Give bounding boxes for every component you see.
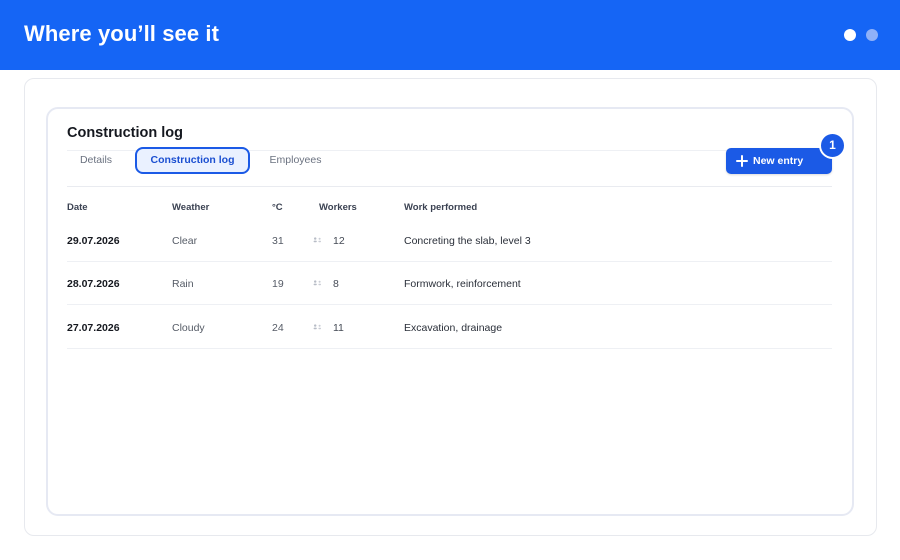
people-icon — [313, 237, 321, 243]
column-header-date: Date — [67, 202, 88, 213]
table-top-divider — [67, 186, 832, 187]
cell-workers: 11 — [333, 322, 344, 334]
cell-temperature: 31 — [272, 235, 284, 247]
banner-title: Where you’ll see it — [24, 21, 220, 46]
column-header-workers: Workers — [319, 202, 357, 213]
new-entry-label: New entry — [753, 155, 804, 167]
cell-work-performed: Concreting the slab, level 3 — [404, 235, 531, 247]
cell-temperature: 19 — [272, 278, 284, 290]
table-row[interactable]: 29.07.2026 Clear 31 12 Concreting the sl… — [67, 218, 832, 262]
cell-weather: Cloudy — [172, 322, 205, 334]
cell-temperature: 24 — [272, 322, 284, 334]
cell-date: 28.07.2026 — [67, 278, 120, 290]
tab-details[interactable]: Details — [67, 147, 125, 174]
new-entry-button[interactable]: New entry — [726, 148, 832, 174]
column-header-weather: Weather — [172, 202, 210, 213]
column-header-temperature: °C — [272, 202, 283, 213]
people-icon — [313, 324, 321, 330]
table-row[interactable]: 27.07.2026 Cloudy 24 11 Excavation, drai… — [67, 305, 832, 349]
pager-dot-active[interactable] — [844, 29, 856, 41]
plus-icon — [736, 155, 748, 167]
cell-work-performed: Formwork, reinforcement — [404, 278, 521, 290]
step-badge: 1 — [819, 132, 846, 159]
cell-weather: Rain — [172, 278, 194, 290]
cell-workers: 12 — [333, 235, 345, 247]
cell-workers: 8 — [333, 278, 339, 290]
card-title: Construction log — [67, 125, 183, 141]
cell-work-performed: Excavation, drainage — [404, 322, 503, 334]
cell-weather: Clear — [172, 235, 198, 247]
table-row[interactable]: 28.07.2026 Rain 19 8 Formwork, reinforce… — [67, 261, 832, 305]
top-banner: Where you’ll see it — [0, 0, 900, 70]
cell-date: 27.07.2026 — [67, 322, 120, 334]
cell-date: 29.07.2026 — [67, 235, 120, 247]
people-icon — [313, 280, 321, 286]
tab-construction-log[interactable]: Construction log — [135, 147, 250, 174]
tab-employees[interactable]: Employees — [258, 147, 333, 174]
column-header-work-performed: Work performed — [404, 202, 478, 213]
pager-dot[interactable] — [866, 29, 878, 41]
